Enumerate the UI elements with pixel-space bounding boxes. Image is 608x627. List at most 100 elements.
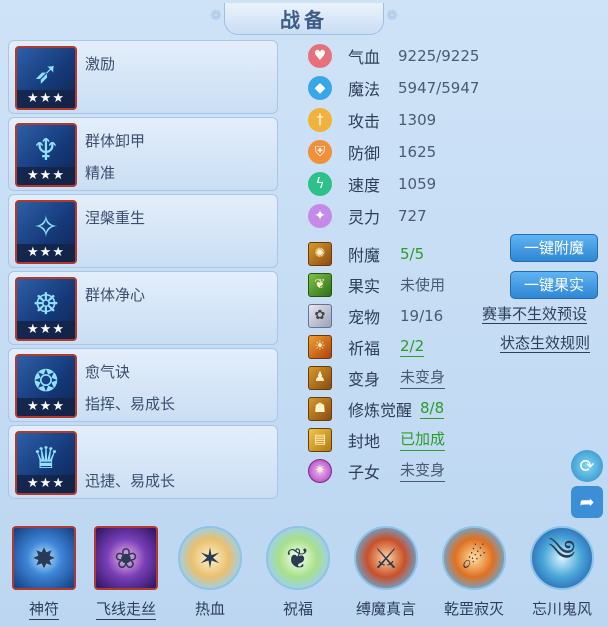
bottom-item[interactable]: ☄ 乾罡寂灭 <box>434 522 514 619</box>
prop-label: 子女 <box>348 462 381 482</box>
skill-name: 愈气诀 <box>85 363 131 381</box>
bottom-item[interactable]: ༄ 忘川鬼风 <box>522 522 602 619</box>
rebirth-icon: ✧ ★★★ <box>15 200 77 264</box>
skill-card[interactable]: ➶ ★★★ 激励 <box>8 40 278 114</box>
skill-stars: ★★★ <box>17 475 75 493</box>
land-icon: ▤ <box>308 427 332 452</box>
prop-label: 封地 <box>348 431 381 451</box>
qiangang-icon: ☄ <box>442 526 506 590</box>
bottom-item[interactable]: ❀ 飞线走丝 <box>86 522 166 620</box>
awaken-value[interactable]: 8/8 <box>420 399 445 419</box>
skill-desc: 精准 <box>85 164 116 182</box>
prop-label: 宠物 <box>348 307 381 327</box>
children-value[interactable]: 未变身 <box>400 459 446 482</box>
status-rules-link[interactable]: 状态生效规则 <box>500 334 591 353</box>
stat-value: 1309 <box>398 111 437 129</box>
title-bar: ❁ 战备 ❁ <box>0 0 608 38</box>
one-click-enchant-button[interactable]: 一键附魔 <box>510 234 598 262</box>
prop-label: 祈福 <box>348 338 381 358</box>
bottom-item[interactable]: ✸ 神符 <box>4 522 84 620</box>
stat-label: 防御 <box>348 144 381 163</box>
stat-value: 727 <box>398 207 427 225</box>
stat-value: 9225/9225 <box>398 47 480 65</box>
shield-icon: ⛨ <box>308 140 332 164</box>
bottom-label: 乾罡寂灭 <box>443 600 504 618</box>
stat-value: 1625 <box>398 143 437 161</box>
prop-label: 附魔 <box>348 245 381 265</box>
crown-icon: ♛ ★★★ <box>15 431 77 495</box>
prop-label: 变身 <box>348 369 381 389</box>
heal-icon: ❂ ★★★ <box>15 354 77 418</box>
bottom-skill-bar: ✸ 神符 ❀ 飞线走丝 ✶ 热血 ❦ 祝福 ⚔ 缚魔真言 ☄ 乾罡寂灭 ༄ 忘川… <box>0 522 608 627</box>
enchant-icon: ✺ <box>308 241 332 266</box>
skill-stars: ★★★ <box>17 90 75 108</box>
bottom-item[interactable]: ❦ 祝福 <box>258 522 338 619</box>
skill-card[interactable]: ✧ ★★★ 涅槃重生 <box>8 194 278 268</box>
skill-name: 群体净心 <box>85 286 146 304</box>
bottom-item[interactable]: ✶ 热血 <box>170 522 250 619</box>
event-preset-link[interactable]: 赛事不生效预设 <box>482 305 588 324</box>
prop-row-children: ✷ 子女 未变身 <box>306 455 602 486</box>
prop-row-land: ▤ 封地 已加成 <box>306 424 602 455</box>
bottom-label: 飞线走丝 <box>95 600 156 620</box>
land-value[interactable]: 已加成 <box>400 428 446 451</box>
lightning-icon: ϟ <box>308 172 332 196</box>
bottom-label: 神符 <box>28 600 59 620</box>
stat-label: 攻击 <box>348 112 381 131</box>
transform-icon: ♟ <box>308 365 332 390</box>
skill-card[interactable]: ☸ ★★★ 群体净心 <box>8 271 278 345</box>
skill-card[interactable]: ♛ ★★★ 迅捷、易成长 <box>8 425 278 499</box>
bottom-label: 祝福 <box>282 600 313 618</box>
stat-row-defense: ⛨ 防御 1625 <box>306 136 602 168</box>
stat-row-attack: † 攻击 1309 <box>306 104 602 136</box>
bow-icon: ➶ ★★★ <box>15 46 77 110</box>
cloud-ornament-left-icon: ❁ <box>210 8 222 24</box>
sword-icon: † <box>308 108 332 132</box>
stat-row-mp: ◆ 魔法 5947/5947 <box>306 72 602 104</box>
talisman-icon: ✸ <box>12 526 76 590</box>
transform-value[interactable]: 未变身 <box>400 366 446 389</box>
stat-value: 5947/5947 <box>398 79 480 97</box>
one-click-fruit-button[interactable]: 一键果实 <box>510 271 598 299</box>
fruit-icon: ❦ <box>308 272 332 297</box>
skill-name: 激励 <box>85 55 116 73</box>
skill-stars: ★★★ <box>17 244 75 262</box>
skill-list: ➶ ★★★ 激励 ♆ ★★★ 群体卸甲 精准 ✧ ★★★ 涅槃重生 ☸ ★★★ … <box>8 40 278 502</box>
skill-desc: 指挥、易成长 <box>85 395 176 413</box>
pet-value: 19/16 <box>400 306 444 325</box>
share-icon[interactable]: ➦ <box>571 486 603 518</box>
skill-desc: 迅捷、易成长 <box>85 472 176 490</box>
skill-card[interactable]: ❂ ★★★ 愈气诀 指挥、易成长 <box>8 348 278 422</box>
bottom-item[interactable]: ⚔ 缚魔真言 <box>346 522 426 619</box>
page-title: 战备 <box>224 3 384 35</box>
prop-label: 果实 <box>348 276 381 296</box>
stat-row-hp: ♥ 气血 9225/9225 <box>306 40 602 72</box>
armor-break-icon: ♆ ★★★ <box>15 123 77 187</box>
stat-label: 速度 <box>348 176 381 195</box>
skill-name: 群体卸甲 <box>85 132 146 150</box>
ghost-wind-icon: ༄ <box>530 526 594 590</box>
stats-panel: ♥ 气血 9225/9225 ◆ 魔法 5947/5947 † 攻击 1309 … <box>306 40 602 486</box>
cloud-ornament-right-icon: ❁ <box>386 8 398 24</box>
skill-name: 涅槃重生 <box>85 209 146 227</box>
binding-demon-icon: ⚔ <box>354 526 418 590</box>
bottom-label: 热血 <box>194 600 225 618</box>
enchant-value: 5/5 <box>400 244 425 263</box>
stat-label: 灵力 <box>348 208 381 227</box>
prop-row-awaken: ☗ 修炼觉醒 8/8 <box>306 393 602 424</box>
prop-row-transform: ♟ 变身 未变身 <box>306 362 602 393</box>
stat-row-spirit: ✦ 灵力 727 <box>306 200 602 232</box>
bless-value[interactable]: 2/2 <box>400 337 425 357</box>
silk-thread-icon: ❀ <box>94 526 158 590</box>
bottom-label: 忘川鬼风 <box>531 600 592 618</box>
bless-icon: ☀ <box>308 334 332 359</box>
spirit-icon: ✦ <box>308 204 332 228</box>
stat-label: 气血 <box>348 48 381 67</box>
refresh-icon[interactable]: ⟳ <box>571 450 603 482</box>
stat-value: 1059 <box>398 175 437 193</box>
pet-icon: ✿ <box>308 303 332 328</box>
blessing-icon: ❦ <box>266 526 330 590</box>
skill-card[interactable]: ♆ ★★★ 群体卸甲 精准 <box>8 117 278 191</box>
stat-row-speed: ϟ 速度 1059 <box>306 168 602 200</box>
skill-stars: ★★★ <box>17 398 75 416</box>
